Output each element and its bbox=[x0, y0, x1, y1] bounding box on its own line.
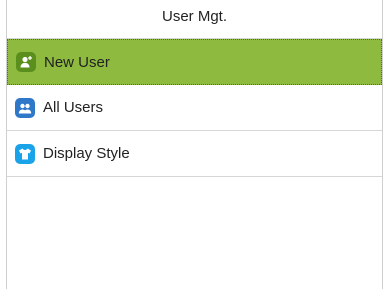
tshirt-icon bbox=[15, 143, 35, 164]
menu-item-label: All Users bbox=[43, 99, 104, 116]
user-management-screen: User Mgt. New User All Users Display Sty… bbox=[6, 0, 383, 289]
menu-item-display-style[interactable]: Display Style bbox=[7, 131, 382, 177]
add-user-icon bbox=[16, 52, 36, 72]
menu-item-all-users[interactable]: All Users bbox=[7, 85, 382, 131]
empty-area bbox=[7, 177, 382, 277]
menu-item-label: New User bbox=[44, 53, 110, 71]
users-icon bbox=[15, 97, 35, 118]
page-title: User Mgt. bbox=[161, 8, 227, 25]
menu-item-new-user[interactable]: New User bbox=[7, 39, 382, 85]
menu-item-label: Display Style bbox=[43, 145, 130, 162]
